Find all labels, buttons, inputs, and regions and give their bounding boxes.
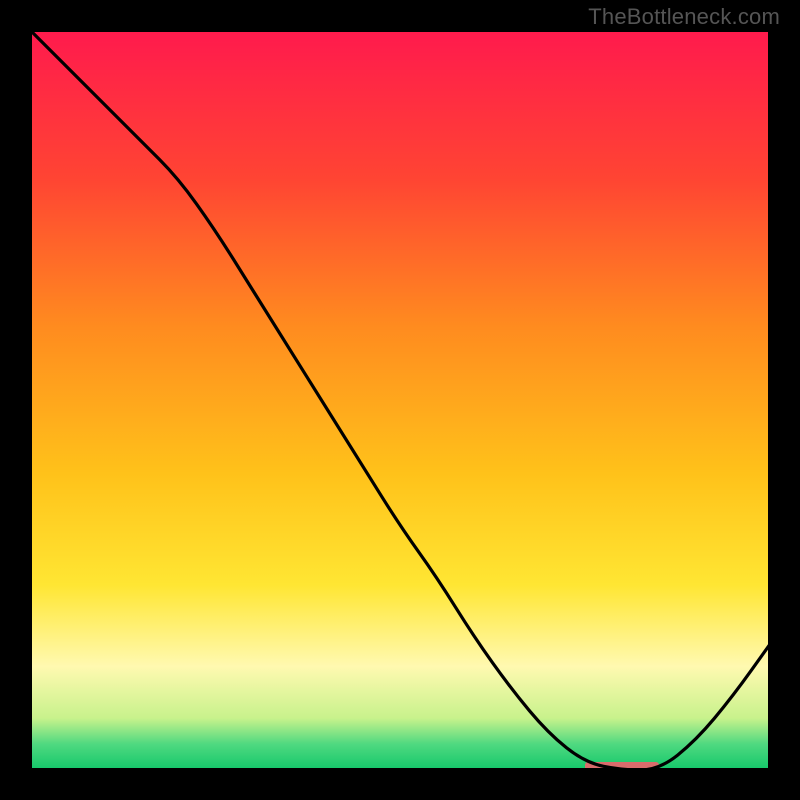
watermark-text: TheBottleneck.com — [588, 4, 780, 30]
chart-frame: TheBottleneck.com — [0, 0, 800, 800]
bottleneck-chart — [0, 0, 800, 800]
